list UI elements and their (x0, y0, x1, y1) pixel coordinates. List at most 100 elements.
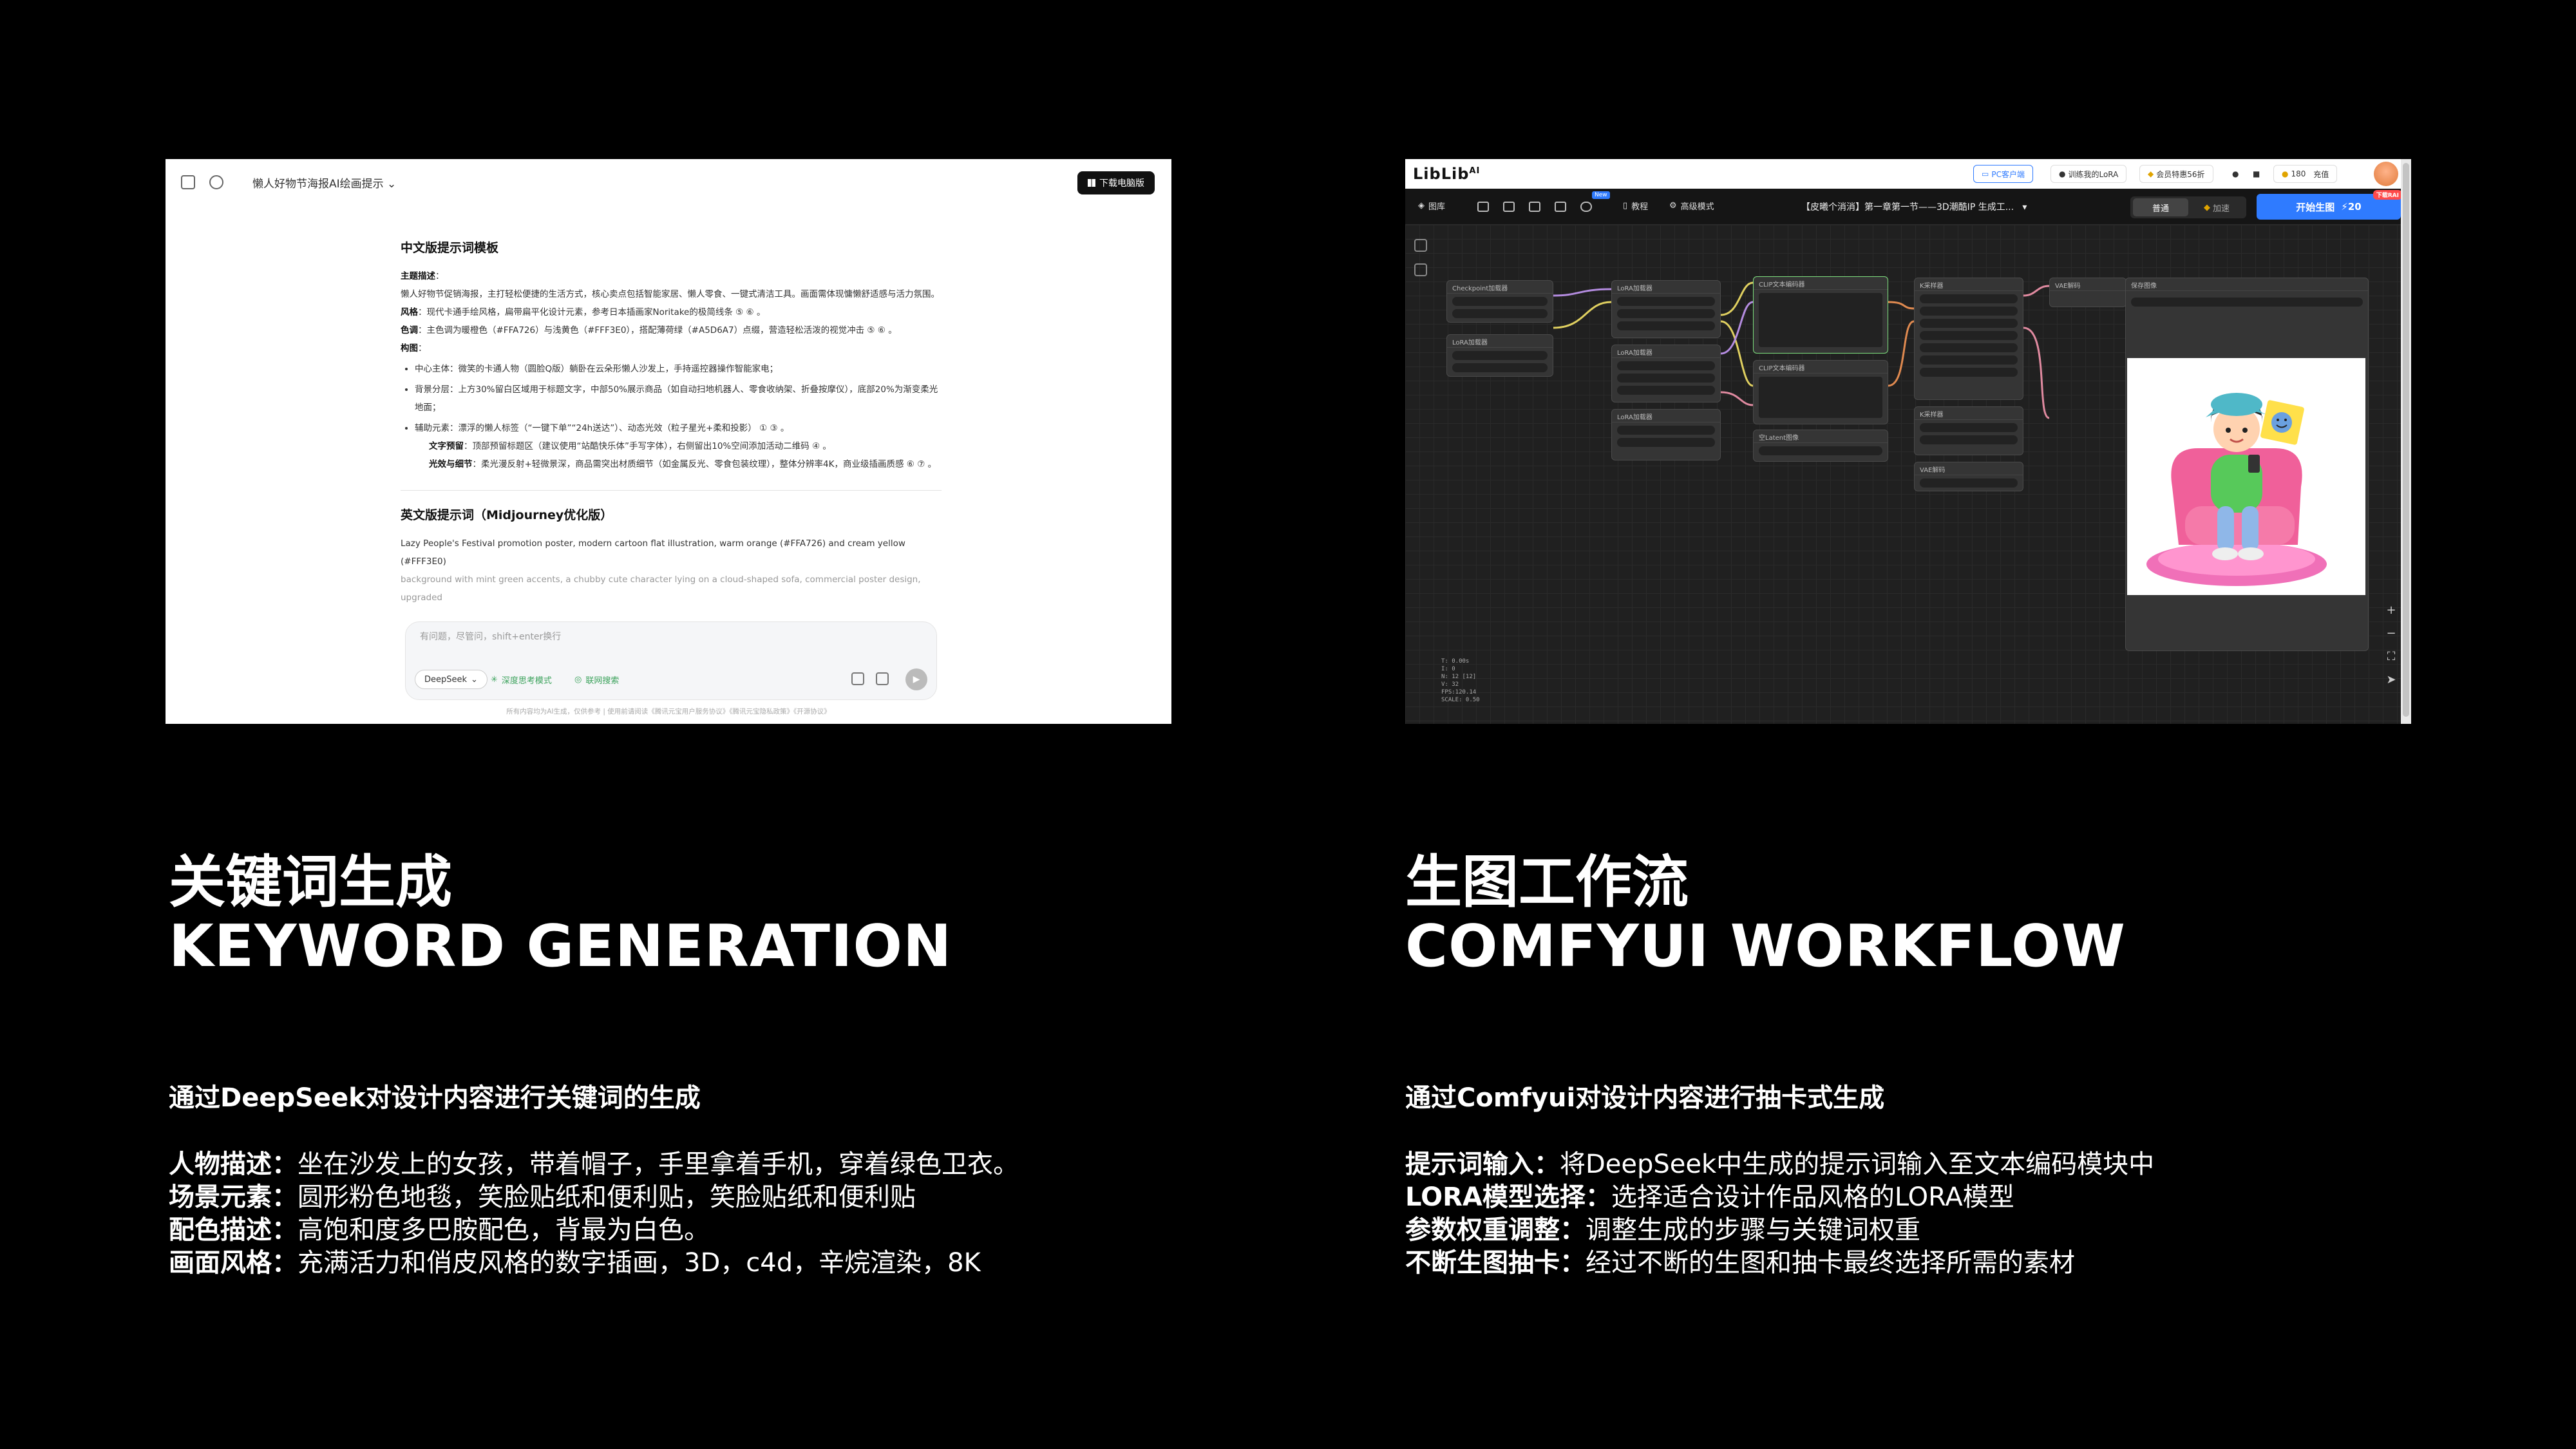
gallery-button[interactable]: ◈ 图库 (1418, 200, 1445, 212)
theme-line: 主题描述： (401, 271, 444, 281)
sidebar-toggle-icon[interactable] (181, 175, 195, 189)
globe-icon: ◎ (574, 674, 582, 685)
chevron-down-icon: ⌄ (471, 674, 478, 685)
download-icon[interactable] (1529, 202, 1540, 212)
message-icon[interactable]: ■ (2249, 165, 2264, 183)
text-reserve-line: 文字预留：顶部预留标题区（建议使用“站酷快乐体”手写字体），右侧留出10%空间添… (429, 441, 831, 451)
list-item: 配色描述：高饱和度多巴胺配色，背最为白色。 (169, 1215, 710, 1245)
left-detail-list: 人物描述：坐在沙发上的女孩，带着帽子，手里拿着手机，穿着绿色卫衣。 场景元素：圆… (169, 1148, 1019, 1280)
liblib-logo[interactable]: LibLibAI (1413, 165, 1480, 183)
web-search-toggle[interactable]: ◎ 联网搜索 (567, 670, 627, 689)
disclaimer-footer: 所有内容均为AI生成，仅供参考 | 使用前请阅读《腾讯元宝用户服务协议》《腾讯元… (506, 708, 831, 715)
notification-icon[interactable]: ● (2228, 165, 2243, 183)
save-image-node[interactable]: 保存图像 (2125, 278, 2369, 651)
deep-think-toggle[interactable]: ✳ 深度思考模式 (483, 670, 560, 689)
list-item: 提示词输入：将DeepSeek中生成的提示词输入至文本编码模块中 (1405, 1150, 2155, 1179)
right-caption-en: COMFYUI WORKFLOW (1405, 913, 2126, 980)
share-icon[interactable] (1580, 202, 1592, 212)
mode-normal[interactable]: 普通 (2133, 198, 2188, 216)
list-item: 不断生图抽卡：经过不断的生图和抽卡最终选择所需的素材 (1405, 1248, 2075, 1278)
list-item: 人物描述：坐在沙发上的女孩，带着帽子，手里拿着手机，穿着绿色卫衣。 (169, 1150, 1019, 1179)
workflow-title[interactable]: 【皮曦个消消】第一章第一节——3D潮酷IP 生成工... ▾ (1801, 200, 2027, 213)
right-subtitle: 通过Comfyui对设计内容进行抽卡式生成 (1405, 1083, 1885, 1113)
theme-text: 懒人好物节促销海报，主打轻松便捷的生活方式，核心卖点包括智能家居、懒人零食、一键… (401, 289, 940, 299)
chat-input-placeholder[interactable]: 有问题，尽管问，shift+enter换行 (420, 630, 561, 643)
composition-list: 中心主体：微笑的卡通人物（圆脸Q版）躺卧在云朵形懒人沙发上，手持遥控器操作智能家… (401, 360, 942, 473)
monitor-icon: ▭ (1982, 169, 1989, 178)
right-caption: 生图工作流 COMFYUI WORKFLOW (1405, 850, 2126, 979)
checkpoint-loader-node[interactable]: Checkpoint加载器 (1446, 280, 1553, 323)
fit-view-icon[interactable]: ⛶ (2385, 651, 2397, 663)
left-caption-cn: 关键词生成 (169, 849, 453, 915)
chat-input-box[interactable]: 有问题，尽管问，shift+enter换行 DeepSeek ⌄ ✳ 深度思考模式 … (405, 621, 937, 700)
clip-text-encode-negative-node[interactable]: CLIP文本编码器 (1753, 360, 1888, 424)
lora-icon: ● (2059, 169, 2066, 178)
windows-icon (1088, 179, 1095, 187)
list-item: 画面风格：充满活力和俏皮风格的数字插画，3D，c4d，辛烷渲染，8K (169, 1248, 981, 1278)
diamond-icon: ◆ (2148, 169, 2154, 178)
new-chat-icon[interactable] (209, 175, 223, 189)
en-prompt-heading: 英文版提示词（Midjourney优化版） (401, 508, 613, 522)
generated-image-preview[interactable] (2127, 358, 2365, 595)
folder-icon[interactable] (1503, 202, 1515, 212)
divider (401, 490, 942, 491)
advanced-mode-button[interactable]: ⚙ 高级模式 (1669, 200, 1714, 212)
en-line-1: Lazy People's Festival promotion poster,… (401, 538, 905, 567)
right-caption-cn: 生图工作流 (1405, 849, 1689, 915)
lora-loader-node[interactable]: LoRA加载器 (1446, 334, 1553, 377)
workflow-toolbar: ◈ 图库 New ▯ 教程 ⚙ 高级模式 【皮曦个消消】第一章第一节——3D潮酷IP … (1405, 189, 2411, 225)
liblib-comfyui-screenshot: LibLibAI ▭ PC客户端 ● 训练我的LoRA ◆ 会员特惠56折 ● ■ ●… (1405, 159, 2411, 724)
speed-mode-toggle[interactable]: 普通 ◆ 加速 (2130, 196, 2246, 218)
new-badge: New (1592, 191, 1610, 199)
image-upload-icon[interactable] (851, 672, 864, 685)
diamond-icon: ◆ (2203, 202, 2210, 213)
list-item: 中心主体：微笑的卡通人物（圆脸Q版）躺卧在云朵形懒人沙发上，手持遥控器操作智能家… (415, 360, 942, 378)
new-file-icon[interactable] (1477, 202, 1489, 212)
pc-client-button[interactable]: ▭ PC客户端 (1973, 165, 2033, 183)
download-desktop-button[interactable]: 下载电脑版 (1077, 171, 1155, 194)
left-caption-en: KEYWORD GENERATION (169, 913, 952, 980)
deepseek-chat-screenshot: 懒人好物节海报AI绘画提示 ⌄ 下载电脑版 中文版提示词模板 主题描述： 懒人好… (166, 159, 1171, 724)
clip-text-encode-positive-node[interactable]: CLIP文本编码器 (1753, 276, 1888, 354)
avatar[interactable] (2374, 162, 2398, 186)
ksampler-node[interactable]: K采样器 (1914, 406, 2023, 455)
lora-loader-node[interactable]: LoRA加载器 (1611, 345, 1721, 402)
start-generate-button[interactable]: 开始生图 ⚡20 下载RAI (2257, 190, 2402, 220)
member-offer-button[interactable]: ◆ 会员特惠56折 (2139, 165, 2213, 183)
save-icon[interactable] (1555, 202, 1566, 212)
chat-title[interactable]: 懒人好物节海报AI绘画提示 ⌄ (252, 175, 396, 191)
right-detail-list: 提示词输入：将DeepSeek中生成的提示词输入至文本编码模块中 LORA模型选… (1405, 1148, 2154, 1280)
lora-loader-node[interactable]: LoRA加载器 (1611, 280, 1721, 338)
light-detail-line: 光效与细节：柔光漫反射+轻微景深，商品需突出材质细节（如金属反光、零食包装纹理）… (429, 459, 937, 469)
empty-latent-node[interactable]: 空Latent图像 (1753, 430, 1888, 462)
atom-icon: ✳ (491, 674, 498, 685)
page-scrollbar[interactable] (2401, 159, 2411, 724)
chat-topbar: 懒人好物节海报AI绘画提示 ⌄ 下载电脑版 (166, 159, 1171, 205)
mode-fast[interactable]: ◆ 加速 (2190, 198, 2244, 216)
model-select[interactable]: DeepSeek ⌄ (415, 670, 488, 689)
locate-icon[interactable]: ➤ (2385, 674, 2397, 686)
composition-line: 构图： (401, 343, 427, 354)
points-recharge-button[interactable]: ● 180 充值 (2273, 165, 2338, 183)
vae-decode-node[interactable]: VAE解码 (2049, 278, 2126, 307)
file-upload-icon[interactable] (876, 672, 889, 685)
lora-loader-node[interactable]: LoRA加载器 (1611, 409, 1721, 460)
left-subtitle: 通过DeepSeek对设计内容进行关键词的生成 (169, 1083, 701, 1113)
book-icon: ▯ (1623, 201, 1628, 211)
zoom-in-icon[interactable]: + (2385, 605, 2397, 616)
liblib-topbar: LibLibAI ▭ PC客户端 ● 训练我的LoRA ◆ 会员特惠56折 ● ■ ●… (1405, 159, 2411, 189)
zoom-out-icon[interactable]: − (2385, 628, 2397, 639)
en-line-2: background with mint green accents, a ch… (401, 574, 921, 603)
tutorial-button[interactable]: ▯ 教程 (1623, 200, 1648, 212)
style-line: 风格：现代卡通手绘风格，扁带扁平化设计元素，参考日本插画家Noritake的极简… (401, 307, 766, 317)
cn-prompt-heading: 中文版提示词模板 (401, 241, 499, 255)
train-lora-button[interactable]: ● 训练我的LoRA (2050, 165, 2127, 183)
send-button[interactable]: ▶ (905, 668, 927, 690)
vae-decode-node[interactable]: VAE解码 (1914, 462, 2023, 491)
list-item: 参数权重调整：调整生成的步骤与关键词权重 (1405, 1215, 1920, 1245)
list-item: 场景元素：圆形粉色地毯，笑脸贴纸和便利贴，笑脸贴纸和便利贴 (169, 1182, 916, 1212)
list-item: 辅助元素：漂浮的懒人标签（“一键下单”“24h送达”）、动态光效（粒子星光+柔和… (415, 419, 942, 473)
node-canvas[interactable]: Checkpoint加载器 LoRA加载器 LoRA加载器 LoRA加载器 Lo… (1405, 225, 2411, 724)
ksampler-node[interactable]: K采样器 (1914, 278, 2023, 400)
color-line: 色调：主色调为暖橙色（#FFA726）与浅黄色（#FFF3E0），搭配薄荷绿（#… (401, 325, 897, 336)
